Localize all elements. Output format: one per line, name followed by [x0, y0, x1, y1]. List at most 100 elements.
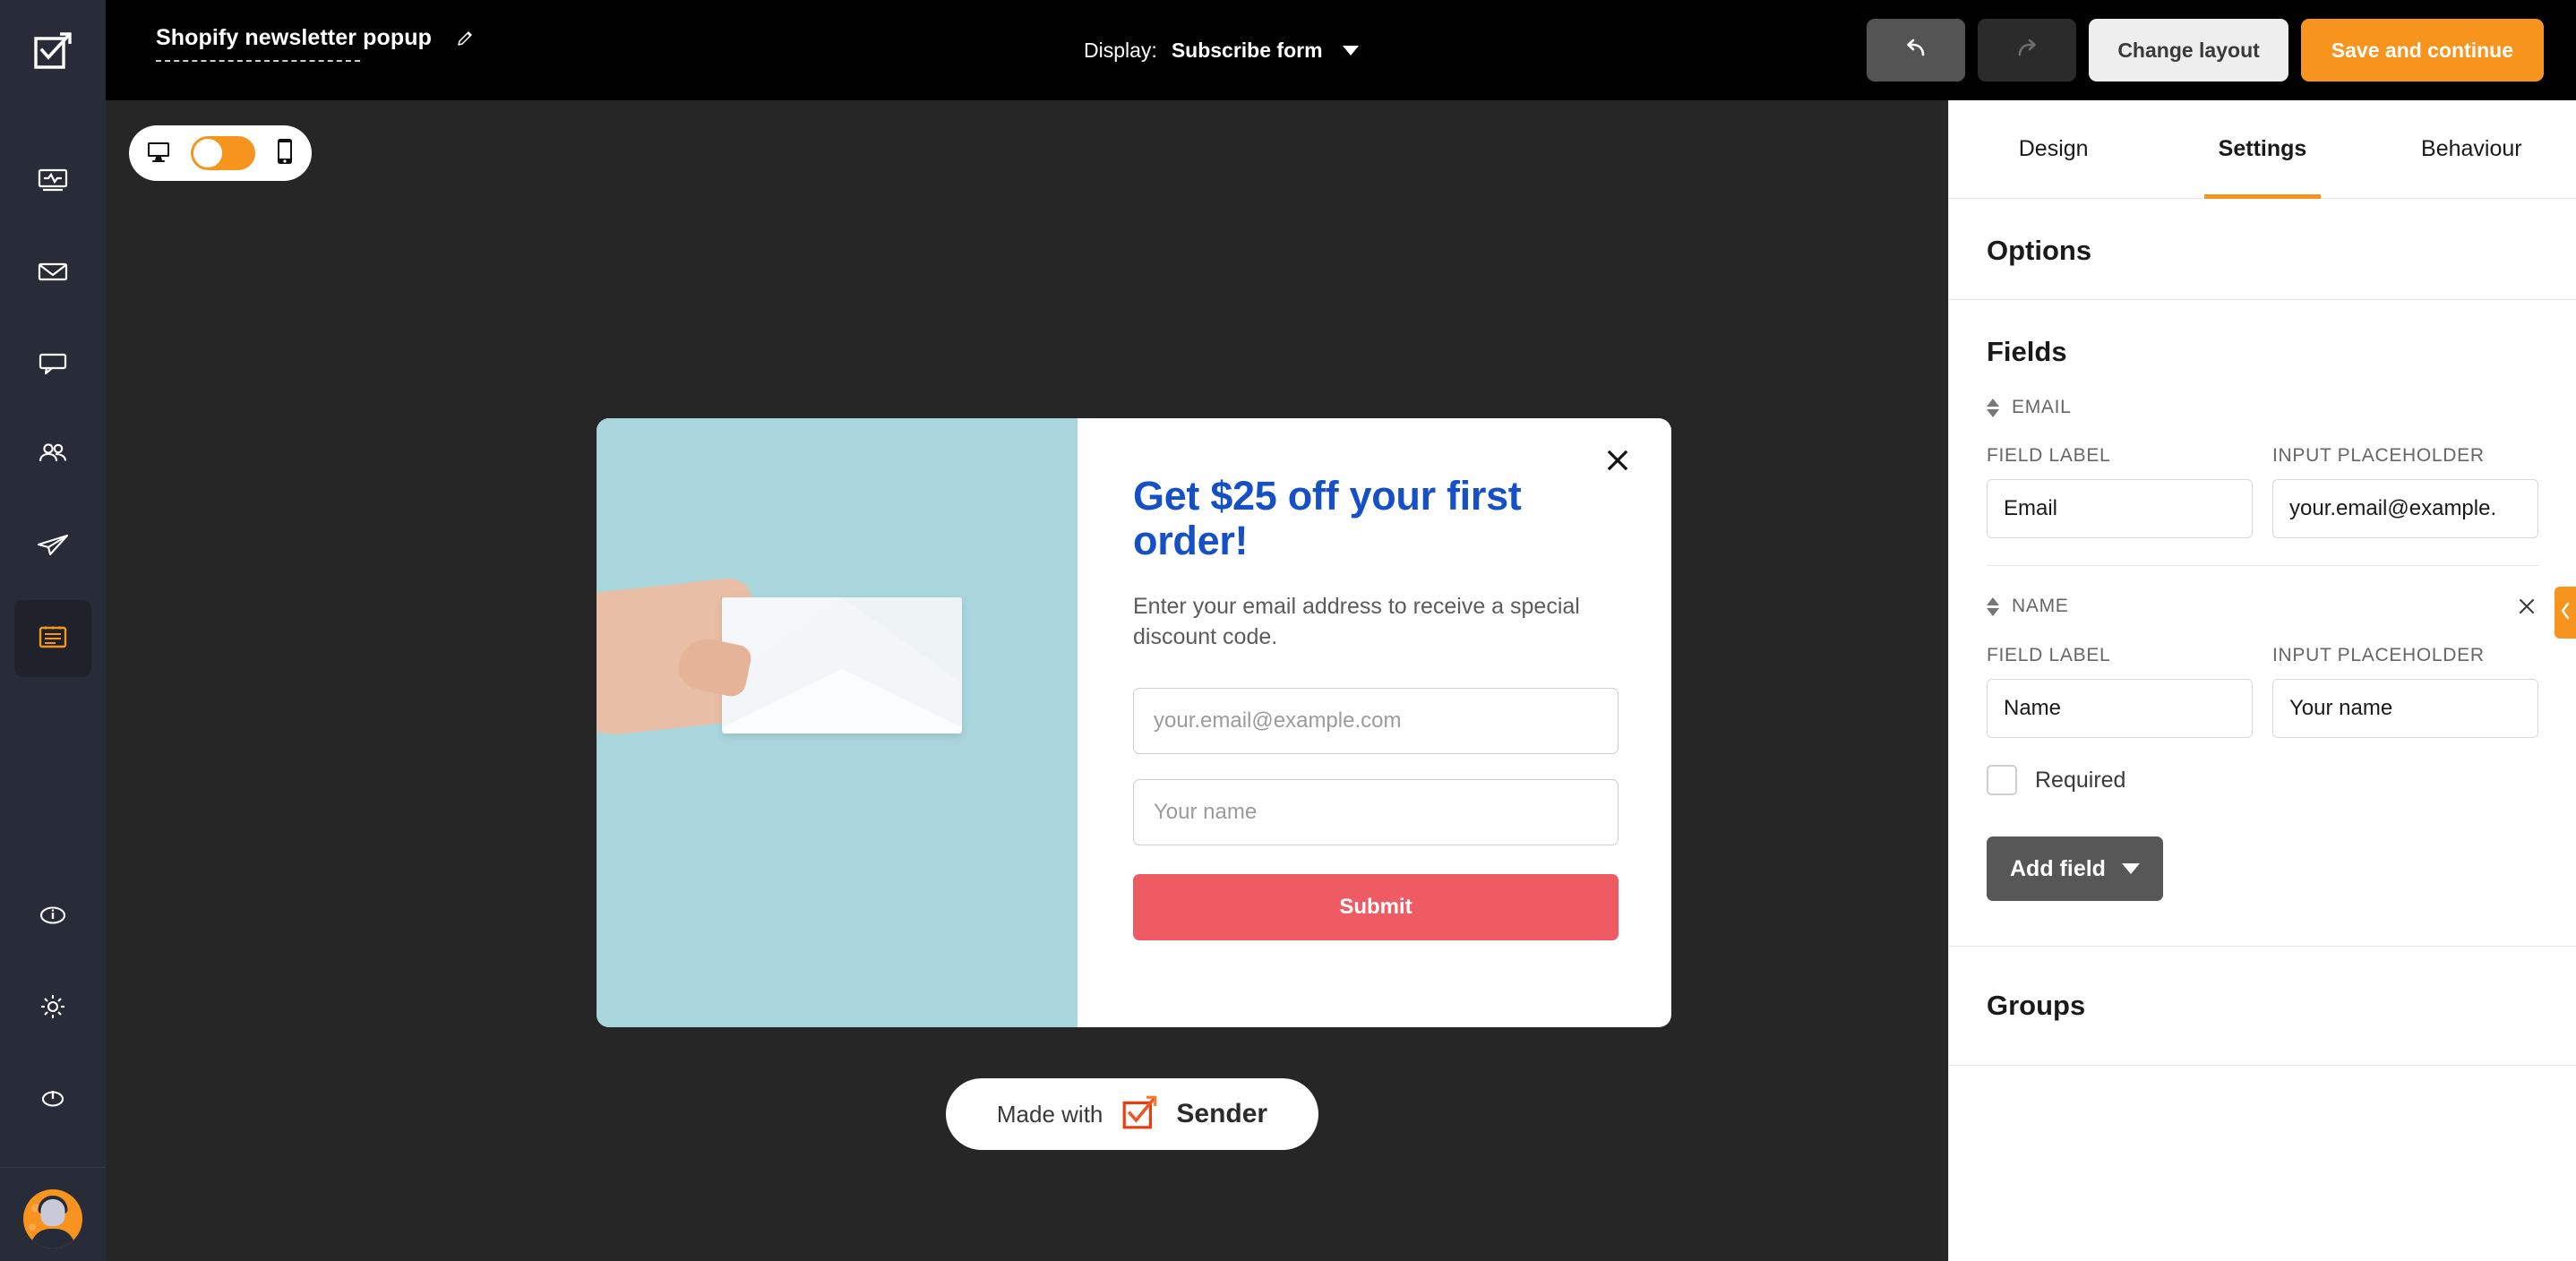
avatar-body: [30, 1229, 75, 1248]
dashboard-icon: [35, 162, 71, 202]
close-x-icon[interactable]: [2515, 595, 2538, 618]
forms-icon: [34, 618, 72, 660]
tab-design[interactable]: Design: [1949, 100, 2158, 198]
undo-icon: [1901, 34, 1931, 67]
sort-handle-icon[interactable]: [1987, 398, 1999, 417]
popup-subtext: Enter your email address to receive a sp…: [1133, 593, 1580, 649]
sidebar-item-automation[interactable]: [14, 509, 91, 586]
panel-collapse-button[interactable]: [2555, 587, 2576, 639]
close-x-icon[interactable]: [1601, 443, 1635, 477]
device-preview-toggle[interactable]: [129, 125, 312, 181]
avatar-accent-dot: [29, 1223, 36, 1231]
add-field-label: Add field: [2010, 855, 2106, 881]
options-section-header: Options: [1949, 199, 2576, 300]
editor-canvas: Get $25 off your first order! Enter your…: [106, 100, 1948, 1261]
save-and-continue-button[interactable]: Save and continue: [2300, 19, 2544, 81]
sender-logo-icon[interactable]: [0, 0, 106, 100]
field-placeholder-column: INPUT PLACEHOLDER: [2272, 645, 2538, 738]
field-label-caption: FIELD LABEL: [1987, 445, 2111, 466]
audience-icon: [34, 435, 72, 477]
avatar[interactable]: [23, 1189, 82, 1248]
field-block-email: EMAIL FIELD LABEL INPUT PLACEHOLDER: [1987, 368, 2538, 538]
field-label-caption: FIELD LABEL: [1987, 645, 2111, 665]
fields-section: Fields EMAIL FIELD LABEL Email INPUT PLA…: [1949, 300, 2576, 946]
required-label: Required: [2035, 767, 2126, 793]
sort-up-arrow: [1987, 596, 1999, 605]
sidebar-item-settings[interactable]: [14, 970, 91, 1047]
tab-settings[interactable]: Settings: [2158, 100, 2366, 199]
name-field-placeholder-input[interactable]: [2272, 679, 2538, 738]
made-with-sender-badge[interactable]: Made with Sender: [946, 1078, 1318, 1150]
page-title: Shopify newsletter popup: [156, 25, 432, 50]
sidebar-item-logout[interactable]: [14, 1061, 91, 1138]
sort-down-arrow: [1987, 408, 1999, 417]
sidebar-nav: [14, 143, 91, 691]
pencil-icon[interactable]: [455, 29, 475, 48]
field-placeholder-caption: INPUT PLACEHOLDER: [2272, 645, 2485, 665]
sidebar-item-forms[interactable]: [14, 600, 91, 677]
field-key-label: NAME: [2012, 596, 2069, 616]
sidebar-item-info[interactable]: [14, 879, 91, 956]
sidebar-bottom-nav: [0, 879, 106, 1261]
email-field-label-input[interactable]: [1987, 479, 2253, 538]
topbar-actions: Change layout Save and continue: [1867, 0, 2544, 100]
field-header-left: EMAIL: [1987, 397, 2072, 418]
field-columns: FIELD LABEL INPUT PLACEHOLDER: [1987, 645, 2538, 738]
envelope-flap: [722, 597, 962, 683]
sidebar-item-messages[interactable]: [14, 326, 91, 403]
popup-form-body: Get $25 off your first order! Enter your…: [1078, 418, 1671, 1027]
add-field-button[interactable]: Add field: [1987, 836, 2163, 901]
made-with-label: Made with: [996, 1100, 1103, 1128]
popup-name-input[interactable]: [1133, 778, 1619, 845]
sort-up-arrow: [1987, 398, 1999, 407]
undo-button[interactable]: [1867, 19, 1966, 81]
add-field-row: Add field: [1987, 795, 2538, 946]
device-toggle-switch[interactable]: [191, 136, 255, 170]
field-placeholder-caption: INPUT PLACEHOLDER: [2272, 445, 2485, 466]
chevron-down-icon: [2121, 863, 2140, 874]
sender-logo-icon: [1119, 1092, 1160, 1137]
chat-bubble-icon: [35, 345, 71, 385]
groups-section: Groups: [1949, 946, 2576, 1066]
popup-headline: Get $25 off your first order!: [1133, 473, 1522, 564]
field-label-column: FIELD LABEL: [1987, 445, 2253, 538]
app-root: Shopify newsletter popup Display: Subscr…: [0, 0, 2576, 1261]
field-header: NAME: [1987, 595, 2538, 618]
email-field-placeholder-input[interactable]: [2272, 479, 2538, 538]
title-underline: [156, 60, 360, 62]
sidebar-item-campaigns[interactable]: [14, 235, 91, 312]
mobile-phone-icon[interactable]: [274, 137, 296, 170]
avatar-head: [40, 1199, 65, 1227]
change-layout-button[interactable]: Change layout: [2089, 19, 2288, 81]
chevron-down-icon[interactable]: [1342, 45, 1359, 56]
popup-email-input[interactable]: [1133, 687, 1619, 754]
desktop-monitor-icon[interactable]: [145, 138, 172, 169]
sidebar-item-dashboard[interactable]: [14, 143, 91, 220]
paper-plane-icon: [34, 527, 72, 569]
sidebar-item-audience[interactable]: [14, 417, 91, 494]
redo-icon: [2012, 34, 2042, 67]
name-field-label-input[interactable]: [1987, 679, 2253, 738]
popup-image: [597, 418, 1078, 1027]
sender-brand-label: Sender: [1176, 1099, 1268, 1128]
display-selector[interactable]: Display: Subscribe form: [1084, 0, 1359, 100]
sort-handle-icon[interactable]: [1987, 596, 1999, 616]
required-checkbox[interactable]: [1987, 765, 2017, 795]
field-header-left: NAME: [1987, 596, 2068, 617]
panel-tabs: Design Settings Behaviour: [1949, 100, 2576, 199]
field-label-column: FIELD LABEL: [1987, 645, 2253, 738]
gear-icon: [34, 988, 72, 1030]
tab-behaviour[interactable]: Behaviour: [2367, 100, 2576, 198]
device-toggle-knob: [193, 139, 222, 167]
redo-button[interactable]: [1978, 19, 2077, 81]
popup-preview-card: Get $25 off your first order! Enter your…: [597, 418, 1671, 1027]
document-title-block: Shopify newsletter popup: [156, 25, 475, 62]
fields-title: Fields: [1987, 336, 2067, 367]
sort-down-arrow: [1987, 607, 1999, 616]
popup-submit-button[interactable]: Submit: [1133, 873, 1619, 940]
required-row: Required: [1987, 765, 2538, 795]
groups-title: Groups: [1987, 990, 2086, 1021]
envelope-icon: [35, 253, 71, 294]
top-bar: Shopify newsletter popup Display: Subscr…: [106, 0, 2576, 100]
chevron-left-icon: [2559, 601, 2572, 625]
